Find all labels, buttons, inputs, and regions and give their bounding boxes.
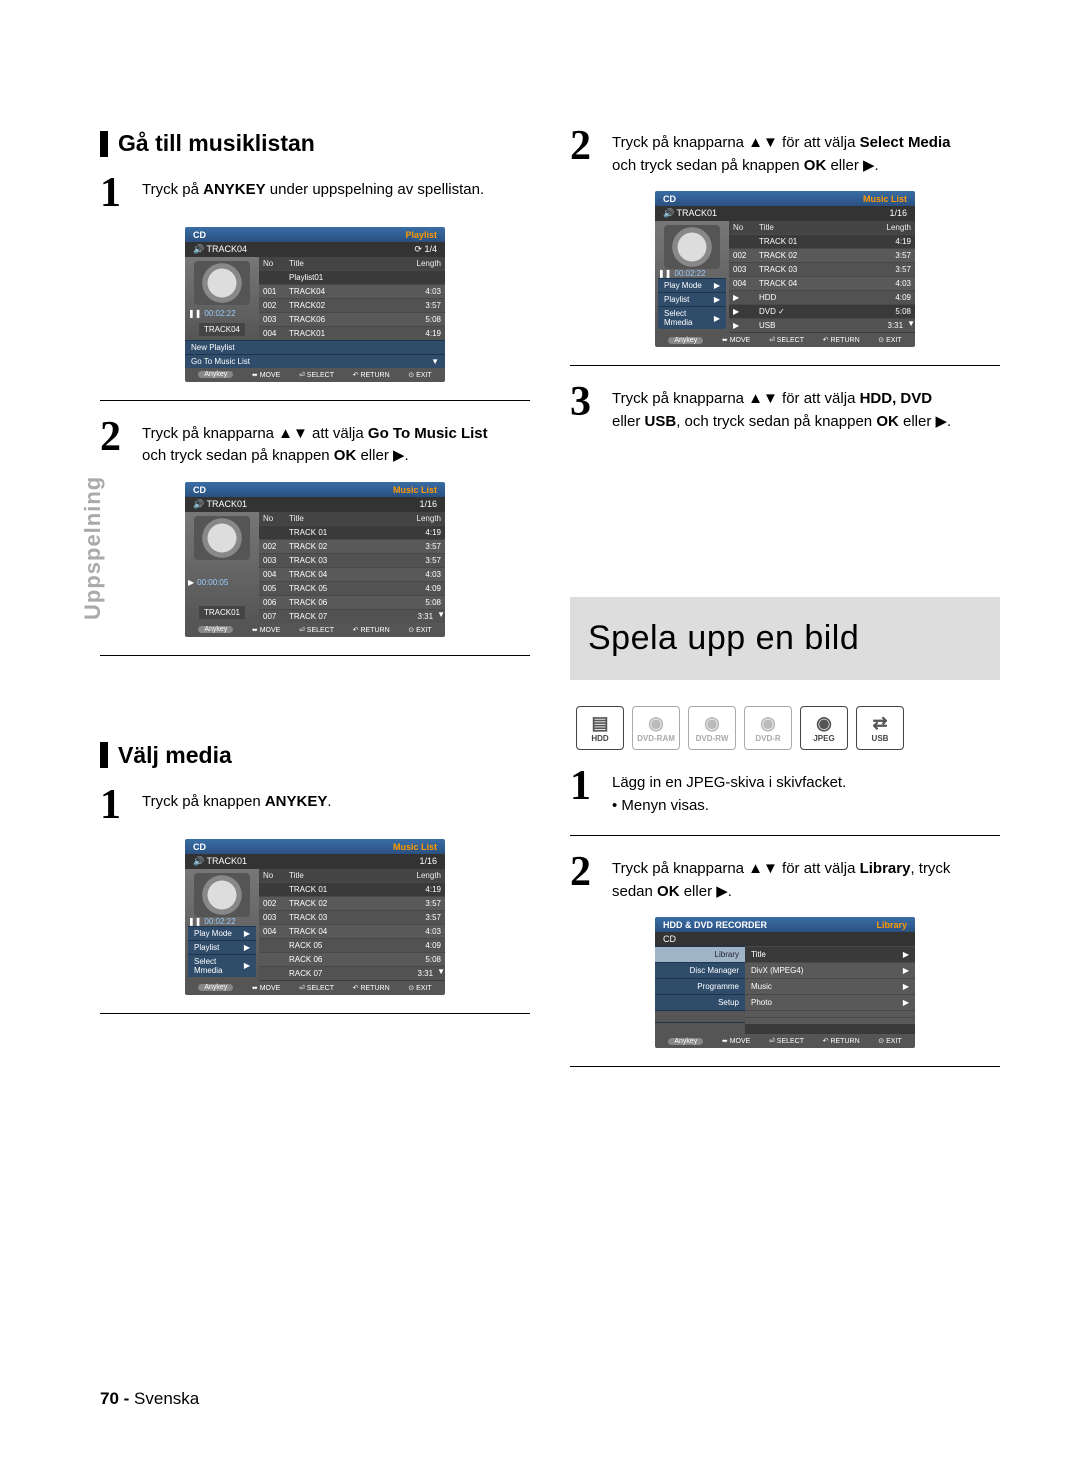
media-icon-hdd: ▤HDD — [576, 706, 624, 750]
media-icon-dvdr: ◉DVD-R — [744, 706, 792, 750]
step-1-media: 1 Tryck på knappen ANYKEY. — [100, 787, 530, 825]
media-icon-dvdrw: ◉DVD-RW — [688, 706, 736, 750]
headline-box: Spela upp en bild — [570, 597, 1000, 680]
right-step-a: 1 Lägg in en JPEG-skiva i skivfacket. • … — [570, 768, 1000, 817]
right-step-3: 3 Tryck på knapparna ▲▼ för att välja HD… — [570, 384, 1000, 433]
media-icon-usb: ⇄USB — [856, 706, 904, 750]
page-number: 70 - Svenska — [100, 1389, 199, 1409]
media-icons-row: ▤HDD ◉DVD-RAM ◉DVD-RW ◉DVD-R ◉JPEG ⇄USB — [570, 706, 1000, 750]
section-title: Gå till musiklistan — [118, 130, 315, 157]
media-icon-jpeg: ◉JPEG — [800, 706, 848, 750]
step-1: 1 Tryck på ANYKEY under uppspelning av s… — [100, 175, 530, 213]
ui-screenshot-library: HDD & DVD RECORDERLibrary CD Library Dis… — [655, 917, 915, 1048]
side-tab: Uppspelning — [80, 476, 106, 620]
section-head-select-media: Välj media — [100, 742, 530, 769]
ui-screenshot-selectmedia-menu: CDMusic List 🔊 TRACK011/16 ❚❚ 00:02:22 P… — [185, 839, 445, 995]
media-icon-dvdram: ◉DVD-RAM — [632, 706, 680, 750]
cd-icon — [194, 261, 250, 305]
section-head-music-list: Gå till musiklistan — [100, 130, 530, 157]
ui-screenshot-selectmedia-popup: CDMusic List 🔊 TRACK011/16 ❚❚ 00:02:22 P… — [655, 191, 915, 347]
ui-screenshot-playlist: CDPlaylist 🔊 TRACK04⟳ 1/4 ❚❚ 00:02:22 TR… — [185, 227, 445, 382]
step-2: 2 Tryck på knapparna ▲▼ att välja Go To … — [100, 419, 530, 468]
right-step-b: 2 Tryck på knapparna ▲▼ för att välja Li… — [570, 854, 1000, 903]
ui-screenshot-musiclist: CDMusic List 🔊 TRACK011/16 ▶ 00:00:05 TR… — [185, 482, 445, 637]
right-step-2: 2 Tryck på knapparna ▲▼ för att välja Se… — [570, 128, 1000, 177]
headline: Spela upp en bild — [588, 619, 982, 658]
section-title: Välj media — [118, 742, 232, 769]
